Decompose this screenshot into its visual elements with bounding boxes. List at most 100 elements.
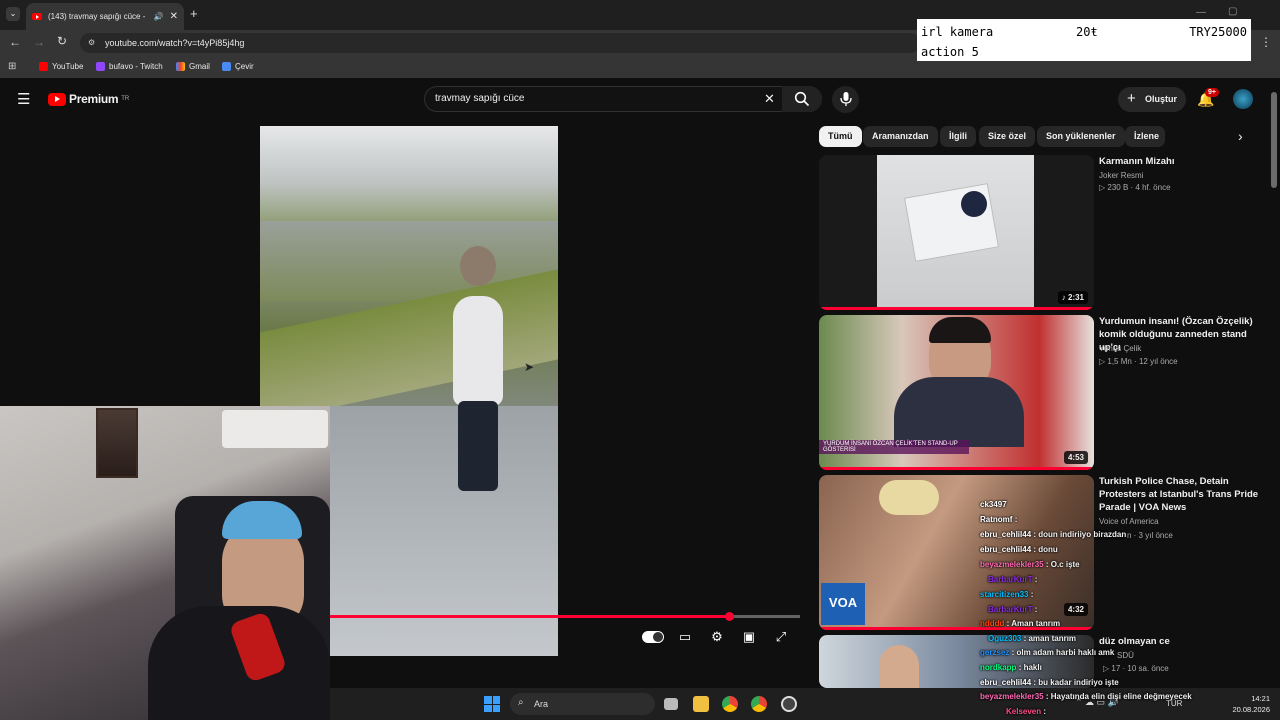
youtube-bookmark-icon <box>39 62 48 71</box>
video-duration: ♪ 2:31 <box>1057 291 1088 304</box>
chip-related[interactable]: İlgili <box>940 126 976 147</box>
donation-action: action 5 <box>921 45 979 59</box>
notification-badge: 9+ <box>1205 88 1219 97</box>
chat-text: : doun indiriiyo birazdan <box>1033 530 1127 539</box>
chip-recent[interactable]: Son yüklenenler <box>1037 126 1125 147</box>
hamburger-menu-icon[interactable]: ☰ <box>17 90 30 108</box>
site-info-icon[interactable]: ⚙ <box>88 38 95 47</box>
chat-text: : Hayatında elin dişi eline değmeyecek <box>1045 692 1192 701</box>
taskbar-search-label: Ara <box>534 699 549 709</box>
fullscreen-icon[interactable]: ⤢ <box>772 629 790 645</box>
back-icon[interactable]: ← <box>9 35 21 49</box>
recommendation-title[interactable]: Turkish Police Chase, Detain Protesters … <box>1099 475 1264 514</box>
chat-message: beyazmelekler35 : Hayatında elin dişi el… <box>980 692 1192 701</box>
search-value: travmay sapığı cüce <box>435 93 525 104</box>
chat-message: gerzsez : olm adam harbi haklı amk <box>980 648 1114 657</box>
chat-message: ebru_cehlil44 : donu <box>980 545 1058 554</box>
recommendation-channel[interactable]: Voice of America <box>1099 515 1159 529</box>
subtitles-icon[interactable]: ▭ <box>676 629 694 645</box>
browser-tab-active[interactable]: (143) travmay sapığı cüce - 🔊 ✕ <box>26 3 184 30</box>
chip-for-you[interactable]: Size özel <box>979 126 1036 147</box>
settings-gear-icon[interactable]: ⚙ <box>708 629 726 645</box>
obs-icon[interactable] <box>781 696 797 712</box>
create-button[interactable]: + Oluştur <box>1118 87 1186 112</box>
page-scrollbar[interactable] <box>1271 92 1277 188</box>
thumb-caption: YURDUM İNSANI ÖZCAN ÇELİK'TEN STAND-UP G… <box>819 440 969 454</box>
thumb-lens <box>961 191 987 217</box>
avatar[interactable] <box>1233 89 1253 109</box>
chat-text: : <box>1014 515 1018 524</box>
video-duration: 4:32 <box>1063 603 1088 616</box>
chrome-active-icon[interactable] <box>751 696 767 712</box>
create-label: Oluştur <box>1145 94 1178 104</box>
bookmark-label: Gmail <box>189 62 210 71</box>
search-input[interactable]: travmay sapığı cüce ✕ <box>424 86 822 112</box>
voice-search-button[interactable] <box>832 86 859 113</box>
window-minimize-icon[interactable]: — <box>1196 7 1206 18</box>
webcam-wall-portrait <box>96 408 138 478</box>
search-button[interactable] <box>782 86 822 112</box>
recommendation-stats: ▷ 1,5 Mn · 12 yıl önce <box>1099 357 1178 366</box>
video-person-legs <box>458 401 498 491</box>
chip-from-search[interactable]: Aramanızdan <box>863 126 938 147</box>
recommendation-stats: ▷ 230 B · 4 hf. önce <box>1099 183 1171 192</box>
autoplay-toggle[interactable] <box>642 631 664 643</box>
recommendation-title[interactable]: düz olmayan ce <box>1099 635 1264 648</box>
chat-text: : olm adam harbi haklı amk <box>1011 648 1115 657</box>
windows-start-icon[interactable] <box>484 696 500 712</box>
recommendation-channel[interactable]: Yunus Çelik <box>1099 342 1141 356</box>
chat-text: : haklı <box>1018 663 1042 672</box>
recommendation-channel[interactable]: SDÜ <box>1117 649 1134 663</box>
bookmark-twitch[interactable]: bufavo - Twitch <box>96 62 163 71</box>
thumb-progress <box>819 307 1094 310</box>
chat-user: starcitizen33 <box>980 590 1029 599</box>
bookmark-translate[interactable]: Çevir <box>222 62 254 71</box>
miniplayer-icon[interactable]: ▣ <box>740 629 758 645</box>
window-maximize-icon[interactable]: ▢ <box>1228 6 1237 17</box>
browser-menu-icon[interactable]: ⋮ <box>1260 35 1272 49</box>
chat-text: : <box>1034 575 1038 584</box>
video-cursor-icon: ➤ <box>524 360 535 374</box>
chat-text: : <box>1034 605 1038 614</box>
chip-all[interactable]: Tümü <box>819 126 862 147</box>
new-tab-button[interactable]: + <box>190 6 198 21</box>
recommendation-title[interactable]: Karmanın Mizahı <box>1099 155 1264 168</box>
apps-grid-icon[interactable]: ⊞ <box>8 61 16 72</box>
tab-close-icon[interactable]: ✕ <box>170 11 178 22</box>
recommendation-thumbnail[interactable]: YURDUM İNSANI ÖZCAN ÇELİK'TEN STAND-UP G… <box>819 315 1094 470</box>
url-bar[interactable]: ⚙ youtube.com/watch?v=t4yPi85j4hg <box>80 33 920 53</box>
progress-played <box>320 615 730 618</box>
donation-item: irl kamera <box>921 25 994 39</box>
clear-search-icon[interactable]: ✕ <box>764 91 775 107</box>
recommendation-thumbnail[interactable]: ♪ 2:31 <box>819 155 1094 310</box>
task-view-icon[interactable] <box>664 698 678 710</box>
chat-user: beyazmelekler35 <box>980 560 1044 569</box>
chat-message: Kelseven : <box>1006 707 1046 716</box>
youtube-logo[interactable]: Premium TR <box>48 92 129 106</box>
chip-watched[interactable]: İzlene <box>1125 126 1165 147</box>
tab-list-button[interactable]: ⌄ <box>6 7 20 21</box>
chips-next-icon[interactable]: › <box>1238 128 1243 144</box>
url-text: youtube.com/watch?v=t4yPi85j4hg <box>105 38 245 48</box>
chrome-icon[interactable] <box>722 696 738 712</box>
forward-icon[interactable]: → <box>33 35 45 49</box>
progress-scrubber[interactable] <box>725 612 734 621</box>
video-duration: 4:53 <box>1063 451 1088 464</box>
chat-message: Oguz303 : aman tanrım <box>988 634 1076 643</box>
tab-audio-icon[interactable]: 🔊 <box>154 12 164 21</box>
chat-user: ebru_cehlil44 <box>980 530 1032 539</box>
bookmark-label: Çevir <box>235 62 254 71</box>
taskbar-clock[interactable]: 14:21 20.08.2026 <box>1232 693 1270 715</box>
notifications-button[interactable]: 🔔 9+ <box>1197 88 1219 109</box>
file-explorer-icon[interactable] <box>693 696 709 712</box>
chat-message: BarbarKurT : <box>988 575 1037 584</box>
reload-icon[interactable]: ↻ <box>57 34 67 48</box>
video-buildings <box>260 126 558 221</box>
bookmark-youtube[interactable]: YouTube <box>39 62 83 71</box>
chat-user: beyazmelekler35 <box>980 692 1044 701</box>
taskbar-search[interactable]: ⌕ Ara <box>510 693 655 715</box>
chat-user: gerzsez <box>980 648 1010 657</box>
chat-user: ck3497 <box>980 500 1007 509</box>
chat-user: ebru_cehlil44 <box>980 545 1032 554</box>
bookmark-gmail[interactable]: Gmail <box>176 62 210 71</box>
